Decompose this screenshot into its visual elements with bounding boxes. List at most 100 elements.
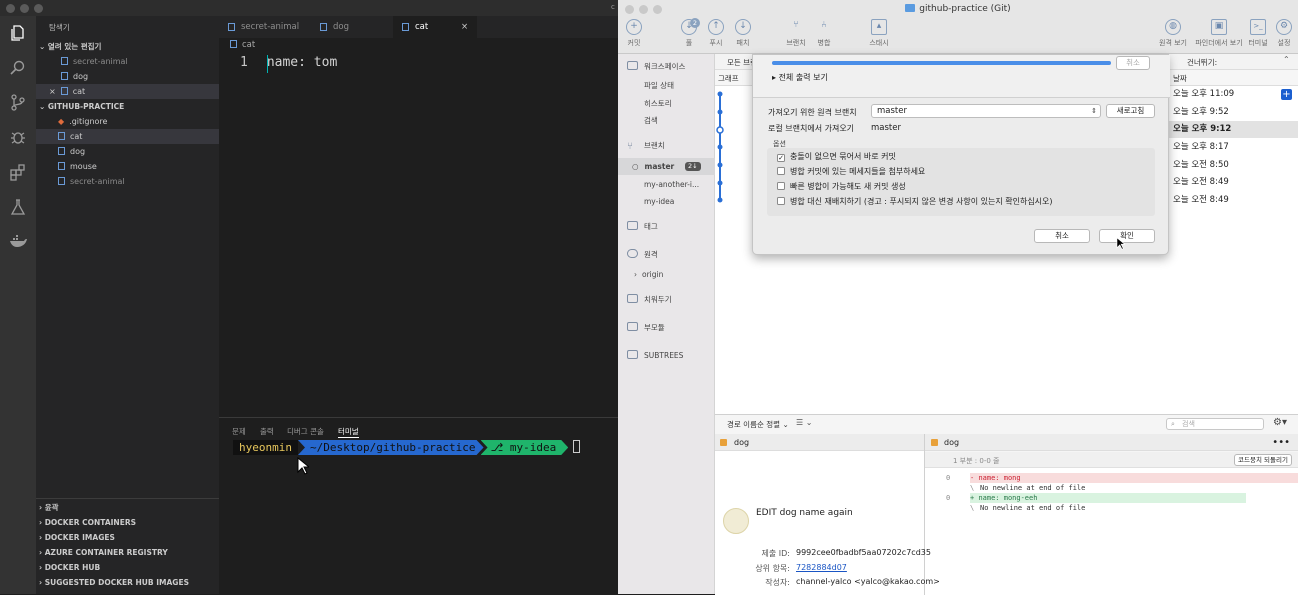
merge-button[interactable]: ⑃ 병합 [813,19,835,48]
file-tree-item[interactable]: mouse [36,159,219,174]
cancel-progress-button[interactable]: 취소 [1116,56,1150,70]
open-editor-item[interactable]: dog [36,69,219,84]
open-editor-item[interactable]: secret-animal [36,54,219,69]
commit-row[interactable]: 오늘 오후 9:52 [1169,104,1298,121]
ok-button[interactable]: 확인 [1099,229,1155,243]
pull-button[interactable]: ↓ 풀 2 [678,18,700,48]
commit-row[interactable]: 오늘 오후 8:17 [1169,139,1298,156]
branch-button[interactable]: ⑂ 브랜치 [783,19,809,48]
option-squash-commit[interactable]: ✓ 충돌이 없으면 묶어서 바로 커밋 [777,151,896,162]
commit-button[interactable]: + 커밋 [623,19,645,48]
settings-button[interactable]: ⚙ 설정 [1274,19,1294,48]
tab-debug-console[interactable]: 디버그 콘솔 [287,426,324,437]
commit-row[interactable]: 오늘 오전 8:49 [1169,174,1298,191]
source-control-icon[interactable] [9,93,27,111]
file-tree-item[interactable]: secret-animal [36,174,219,189]
option-no-fast-forward[interactable]: 빠른 병합이 가능해도 새 커밋 생성 [777,181,906,192]
commit-row[interactable]: 오늘 오전 8:49 [1169,192,1298,209]
close-window-button[interactable] [6,4,15,13]
sidebar-item-file-status[interactable]: 파일 상태 [618,77,715,94]
commit-row[interactable]: 오늘 오전 8:50 [1169,157,1298,174]
plus-icon[interactable]: + [1281,89,1292,100]
minimize-window-button[interactable] [639,5,648,14]
commit-row-selected[interactable]: 오늘 오후 9:12 [1169,121,1298,138]
refresh-button[interactable]: 새로고침 [1106,104,1155,118]
file-tree-item[interactable]: ◆ .gitignore [36,114,219,129]
revert-hunk-button[interactable]: 코드뭉치 되돌리기 [1234,454,1292,466]
docker-hub-section[interactable]: › DOCKER HUB [36,560,219,575]
tags-header[interactable]: 태그 [618,218,715,235]
terminal-prompt[interactable]: hyeonmin ~/Desktop/github-practice ⎇ my-id… [233,440,581,455]
remote-branch-select[interactable]: master ⇕ [871,104,1101,118]
show-in-finder-button[interactable]: ▣ 파인더에서 보기 [1193,19,1245,48]
remotes-header[interactable]: 원격 [618,246,715,263]
remote-view-button[interactable]: ◍ 원격 보기 [1156,19,1190,48]
close-icon[interactable]: × [461,16,468,38]
tab-terminal[interactable]: 터미널 [338,426,359,438]
date-column-header[interactable]: 날짜 [1173,73,1187,84]
tab-problems[interactable]: 문제 [232,426,246,437]
code-line[interactable]: 1 name: tom [240,55,337,73]
sidebar-item-search[interactable]: 검색 [618,112,715,129]
breadcrumb[interactable]: cat [230,40,255,50]
close-window-button[interactable] [625,5,634,14]
option-rebase[interactable]: 병합 대신 재배치하기 (경고 : 푸시되지 않은 변경 사항이 있는지 확인하… [777,196,1053,207]
tab-secret-animal[interactable]: secret-animal [219,16,306,38]
close-icon[interactable]: × [49,87,56,96]
submodules-header[interactable]: 부모듈 [618,319,715,336]
tab-cat[interactable]: cat × [393,16,477,38]
explorer-icon[interactable] [9,24,27,42]
sidebar-item-master[interactable]: ○ master 2↓ [618,158,715,175]
extensions-icon[interactable] [9,163,27,181]
branches-header[interactable]: ⑂ 브랜치 [618,137,715,154]
sidebar-item-branch[interactable]: my-another-i... [618,176,715,193]
workspace-header[interactable]: 워크스페이스 [618,58,715,75]
option-include-messages[interactable]: 병합 커밋에 있는 메세지들을 첨부하세요 [777,166,925,177]
stashes-header[interactable]: 치워두기 [618,291,715,308]
file-item[interactable]: dog [715,434,924,451]
search-icon[interactable] [9,59,27,77]
open-editors-header[interactable]: ⌄ 열려 있는 편집기 [36,39,219,54]
graph-column-header[interactable]: 그래프 [718,73,739,84]
debug-icon[interactable] [9,128,27,146]
gear-icon[interactable]: ⚙▾ [1273,417,1287,428]
outline-section[interactable]: › 윤곽 [36,500,219,515]
show-output-toggle[interactable]: ▸ 전체 출력 보기 [772,72,828,83]
checkbox[interactable] [777,167,785,175]
zoom-window-button[interactable] [34,4,43,13]
docker-icon[interactable] [9,232,27,250]
sidebar-item-branch[interactable]: my-idea [618,193,715,210]
sort-dropdown[interactable]: 경로 이름순 정렬 ⌄ [727,419,789,430]
editor-area[interactable] [219,16,618,416]
commit-row[interactable]: 오늘 오후 11:09 + [1169,86,1298,103]
minimize-window-button[interactable] [20,4,29,13]
open-editor-item-active[interactable]: × cat [36,84,219,99]
push-button[interactable]: ↑ 푸시 [705,19,727,48]
search-input[interactable]: ⌕ 검색 [1166,418,1264,430]
docker-images-section[interactable]: › DOCKER IMAGES [36,530,219,545]
list-view-icon[interactable]: ☰ ⌄ [796,418,812,427]
project-folder-header[interactable]: ⌄ GITHUB-PRACTICE [36,99,219,114]
checkbox-checked[interactable]: ✓ [777,154,785,162]
testing-flask-icon[interactable] [9,198,27,216]
file-tree-item[interactable]: dog [36,144,219,159]
azure-registry-section[interactable]: › AZURE CONTAINER REGISTRY [36,545,219,560]
docker-containers-section[interactable]: › DOCKER CONTAINERS [36,515,219,530]
sidebar-item-origin[interactable]: › origin [618,266,715,283]
suggested-images-section[interactable]: › SUGGESTED DOCKER HUB IMAGES [36,575,219,590]
tab-dog[interactable]: dog [311,16,393,38]
zoom-window-button[interactable] [653,5,662,14]
stash-button[interactable]: ▴ 스태시 [865,19,893,48]
terminal-button[interactable]: >_ 터미널 [1246,19,1270,48]
jump-dropdown-icon[interactable]: ⌃ [1283,55,1290,64]
fetch-button[interactable]: ↓ 패치 [732,19,754,48]
checkbox[interactable] [777,197,785,205]
checkbox[interactable] [777,182,785,190]
file-tree-item[interactable]: cat [36,129,219,144]
parent-commit-link[interactable]: 7282884d07 [796,563,847,572]
cancel-button[interactable]: 취소 [1034,229,1090,243]
tab-output[interactable]: 출력 [260,426,274,437]
sidebar-item-history[interactable]: 히스토리 [618,95,715,112]
more-options-icon[interactable]: ••• [1272,434,1290,451]
subtrees-header[interactable]: SUBTREES [618,347,715,364]
